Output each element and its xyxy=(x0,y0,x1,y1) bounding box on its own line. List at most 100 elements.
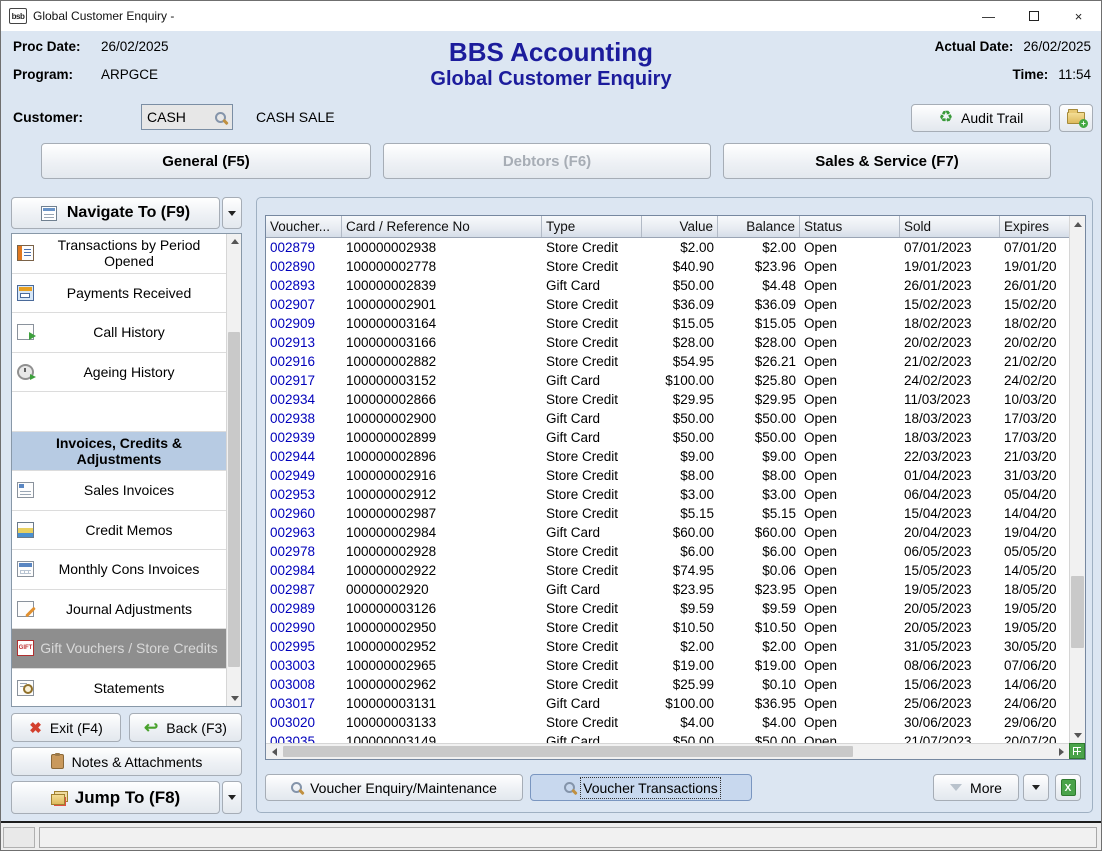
voucher-link[interactable]: 002953 xyxy=(266,485,342,504)
voucher-link[interactable]: 002949 xyxy=(266,466,342,485)
sidebar-item-journal-adjustments[interactable]: Journal Adjustments xyxy=(12,590,226,630)
scroll-left-icon[interactable] xyxy=(266,744,282,760)
column-header-voucher[interactable]: Voucher... xyxy=(266,216,342,237)
jump-to-button[interactable]: Jump To (F8) xyxy=(11,781,220,814)
table-horizontal-scrollbar[interactable] xyxy=(266,743,1069,759)
maximize-button[interactable] xyxy=(1011,1,1056,31)
sidebar-item-statements[interactable]: Statements xyxy=(12,669,226,707)
voucher-link[interactable]: 002963 xyxy=(266,523,342,542)
more-button[interactable]: More xyxy=(933,774,1019,801)
voucher-link[interactable]: 002990 xyxy=(266,618,342,637)
navigate-dropdown-button[interactable] xyxy=(222,197,242,229)
column-header-balance[interactable]: Balance xyxy=(718,216,800,237)
customer-code-input[interactable]: CASH xyxy=(141,104,233,130)
sidebar-item-sales-invoices[interactable]: Sales Invoices xyxy=(12,471,226,511)
sidebar-item-monthly-cons-invoices[interactable]: Monthly Cons Invoices xyxy=(12,550,226,590)
close-button[interactable]: × xyxy=(1056,1,1101,31)
table-row[interactable]: 002879100000002938Store Credit$2.00$2.00… xyxy=(266,238,1071,257)
excel-export-button[interactable]: X xyxy=(1055,774,1081,801)
sidebar-item-ageing-history[interactable]: Ageing History xyxy=(12,353,226,393)
voucher-link[interactable]: 002913 xyxy=(266,333,342,352)
table-row[interactable]: 002939100000002899Gift Card$50.00$50.00O… xyxy=(266,428,1071,447)
table-row[interactable]: 002917100000003152Gift Card$100.00$25.80… xyxy=(266,371,1071,390)
voucher-enquiry-button[interactable]: Voucher Enquiry/Maintenance xyxy=(265,774,523,801)
table-row[interactable]: 002963100000002984Gift Card$60.00$60.00O… xyxy=(266,523,1071,542)
scroll-down-icon[interactable] xyxy=(227,691,242,706)
table-row[interactable]: 002990100000002950Store Credit$10.50$10.… xyxy=(266,618,1071,637)
scroll-up-icon[interactable] xyxy=(227,234,242,249)
more-dropdown-button[interactable] xyxy=(1023,774,1049,801)
scroll-up-icon[interactable] xyxy=(1070,216,1086,232)
customer-search-icon[interactable] xyxy=(215,112,226,123)
voucher-link[interactable]: 003003 xyxy=(266,656,342,675)
table-row[interactable]: 002995100000002952Store Credit$2.00$2.00… xyxy=(266,637,1071,656)
table-row[interactable]: 002890100000002778Store Credit$40.90$23.… xyxy=(266,257,1071,276)
scroll-right-icon[interactable] xyxy=(1053,744,1069,760)
voucher-link[interactable]: 002917 xyxy=(266,371,342,390)
table-row[interactable]: 003008100000002962Store Credit$25.99$0.1… xyxy=(266,675,1071,694)
table-row[interactable]: 002989100000003126Store Credit$9.59$9.59… xyxy=(266,599,1071,618)
jump-to-dropdown-button[interactable] xyxy=(222,781,242,814)
voucher-link[interactable]: 002934 xyxy=(266,390,342,409)
voucher-link[interactable]: 002960 xyxy=(266,504,342,523)
voucher-link[interactable]: 003020 xyxy=(266,713,342,732)
voucher-link[interactable]: 002907 xyxy=(266,295,342,314)
voucher-link[interactable]: 002909 xyxy=(266,314,342,333)
voucher-link[interactable]: 002890 xyxy=(266,257,342,276)
table-row[interactable]: 002949100000002916Store Credit$8.00$8.00… xyxy=(266,466,1071,485)
scroll-down-icon[interactable] xyxy=(1070,727,1086,743)
voucher-link[interactable]: 002916 xyxy=(266,352,342,371)
sidebar-item-transactions-by-period-opened[interactable]: Transactions by Period Opened xyxy=(12,234,226,274)
table-row[interactable]: 002934100000002866Store Credit$29.95$29.… xyxy=(266,390,1071,409)
sidebar-item-gift-vouchers-store-credits[interactable]: Gift Vouchers / Store Credits xyxy=(12,629,226,669)
voucher-link[interactable]: 002939 xyxy=(266,428,342,447)
voucher-link[interactable]: 002978 xyxy=(266,542,342,561)
voucher-link[interactable]: 003008 xyxy=(266,675,342,694)
table-row[interactable]: 002944100000002896Store Credit$9.00$9.00… xyxy=(266,447,1071,466)
table-row[interactable]: 002909100000003164Store Credit$15.05$15.… xyxy=(266,314,1071,333)
sidebar-item-payments-received[interactable]: Payments Received xyxy=(12,274,226,314)
table-row[interactable]: 002960100000002987Store Credit$5.15$5.15… xyxy=(266,504,1071,523)
back-button[interactable]: ↩ Back (F3) xyxy=(129,713,242,742)
navigate-to-button[interactable]: Navigate To (F9) xyxy=(11,197,220,229)
voucher-link[interactable]: 002995 xyxy=(266,637,342,656)
sidebar-item-credit-memos[interactable]: Credit Memos xyxy=(12,511,226,551)
column-header-type[interactable]: Type xyxy=(542,216,642,237)
table-vscroll-thumb[interactable] xyxy=(1071,576,1084,648)
exit-button[interactable]: ✖ Exit (F4) xyxy=(11,713,121,742)
column-header-value[interactable]: Value xyxy=(642,216,718,237)
table-row[interactable]: 002913100000003166Store Credit$28.00$28.… xyxy=(266,333,1071,352)
sidebar-scroll-thumb[interactable] xyxy=(228,332,240,667)
column-header-card-reference-no[interactable]: Card / Reference No xyxy=(342,216,542,237)
table-row[interactable]: 002953100000002912Store Credit$3.00$3.00… xyxy=(266,485,1071,504)
table-hscroll-thumb[interactable] xyxy=(283,746,853,757)
table-row[interactable]: 003020100000003133Store Credit$4.00$4.00… xyxy=(266,713,1071,732)
table-row[interactable]: 002984100000002922Store Credit$74.95$0.0… xyxy=(266,561,1071,580)
tab-general[interactable]: General (F5) xyxy=(41,143,371,179)
column-header-sold[interactable]: Sold xyxy=(900,216,1000,237)
table-row[interactable]: 002907100000002901Store Credit$36.09$36.… xyxy=(266,295,1071,314)
table-row[interactable]: 003017100000003131Gift Card$100.00$36.95… xyxy=(266,694,1071,713)
column-header-status[interactable]: Status xyxy=(800,216,900,237)
voucher-link[interactable]: 002987 xyxy=(266,580,342,599)
table-row[interactable]: 002938100000002900Gift Card$50.00$50.00O… xyxy=(266,409,1071,428)
table-row[interactable]: 002893100000002839Gift Card$50.00$4.48Op… xyxy=(266,276,1071,295)
voucher-link[interactable]: 002944 xyxy=(266,447,342,466)
voucher-link[interactable]: 002938 xyxy=(266,409,342,428)
voucher-link[interactable]: 003017 xyxy=(266,694,342,713)
notes-attachments-button[interactable]: Notes & Attachments xyxy=(11,747,242,776)
minimize-button[interactable]: — xyxy=(966,1,1011,31)
sidebar-scrollbar[interactable] xyxy=(226,234,241,706)
sidebar-item-call-history[interactable]: Call History xyxy=(12,313,226,353)
export-grid-button[interactable] xyxy=(1069,743,1085,759)
table-vertical-scrollbar[interactable] xyxy=(1069,216,1085,743)
table-row[interactable]: 003003100000002965Store Credit$19.00$19.… xyxy=(266,656,1071,675)
tab-sales-service[interactable]: Sales & Service (F7) xyxy=(723,143,1051,179)
tab-debtors[interactable]: Debtors (F6) xyxy=(383,143,711,179)
voucher-link[interactable]: 002989 xyxy=(266,599,342,618)
table-row[interactable]: 002916100000002882Store Credit$54.95$26.… xyxy=(266,352,1071,371)
voucher-link[interactable]: 002879 xyxy=(266,238,342,257)
table-row[interactable]: 002978100000002928Store Credit$6.00$6.00… xyxy=(266,542,1071,561)
attachments-folder-button[interactable] xyxy=(1059,104,1093,132)
voucher-transactions-button[interactable]: Voucher Transactions xyxy=(530,774,752,801)
